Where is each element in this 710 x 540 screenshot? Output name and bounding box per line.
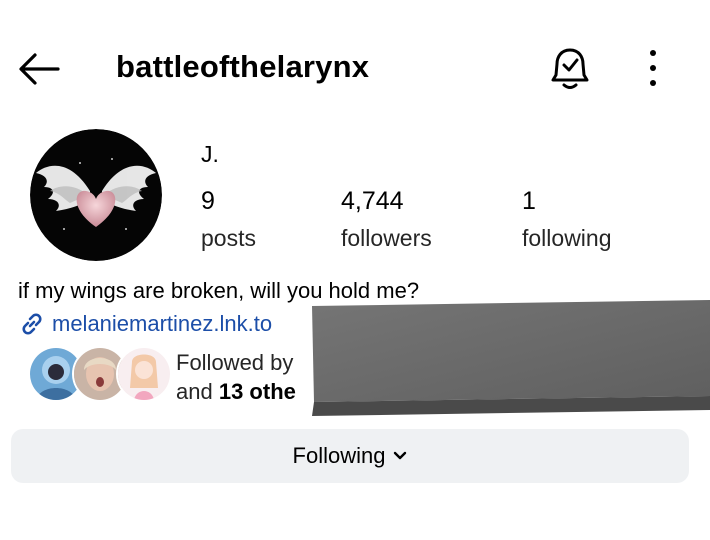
following-button[interactable]: Following (11, 429, 689, 483)
followed-by-count: 13 othe (218, 379, 296, 404)
display-name: J. (201, 141, 219, 167)
link-icon (22, 313, 42, 335)
dot (650, 50, 656, 56)
profile-link[interactable]: melaniemartinez.lnk.to (18, 309, 272, 339)
following-count[interactable]: 1 (522, 186, 536, 216)
profile-avatar[interactable] (30, 129, 162, 261)
followers-count[interactable]: 4,744 (341, 186, 404, 216)
mutual-followers-avatars[interactable] (28, 346, 172, 402)
bell-check-icon[interactable] (550, 45, 590, 91)
back-arrow-icon[interactable] (18, 52, 60, 86)
posts-label[interactable]: posts (201, 224, 256, 252)
mutual-avatar-3 (116, 346, 172, 402)
redaction-overlay (312, 300, 710, 416)
chevron-down-icon (394, 451, 407, 460)
followed-by-text[interactable]: Followed by (176, 349, 293, 377)
following-label[interactable]: following (522, 224, 612, 252)
link-text[interactable]: melaniemartinez.lnk.to (52, 310, 272, 338)
followers-label[interactable]: followers (341, 224, 432, 252)
posts-count[interactable]: 9 (201, 186, 215, 216)
following-button-label: Following (292, 443, 386, 468)
followed-by-prefix: and (176, 379, 213, 404)
profile-username: battleofthelarynx (116, 49, 370, 84)
dot (650, 65, 656, 71)
more-vertical-icon[interactable] (638, 50, 668, 86)
followed-by-others[interactable]: and 13 othe (176, 378, 296, 406)
dot (650, 80, 656, 86)
